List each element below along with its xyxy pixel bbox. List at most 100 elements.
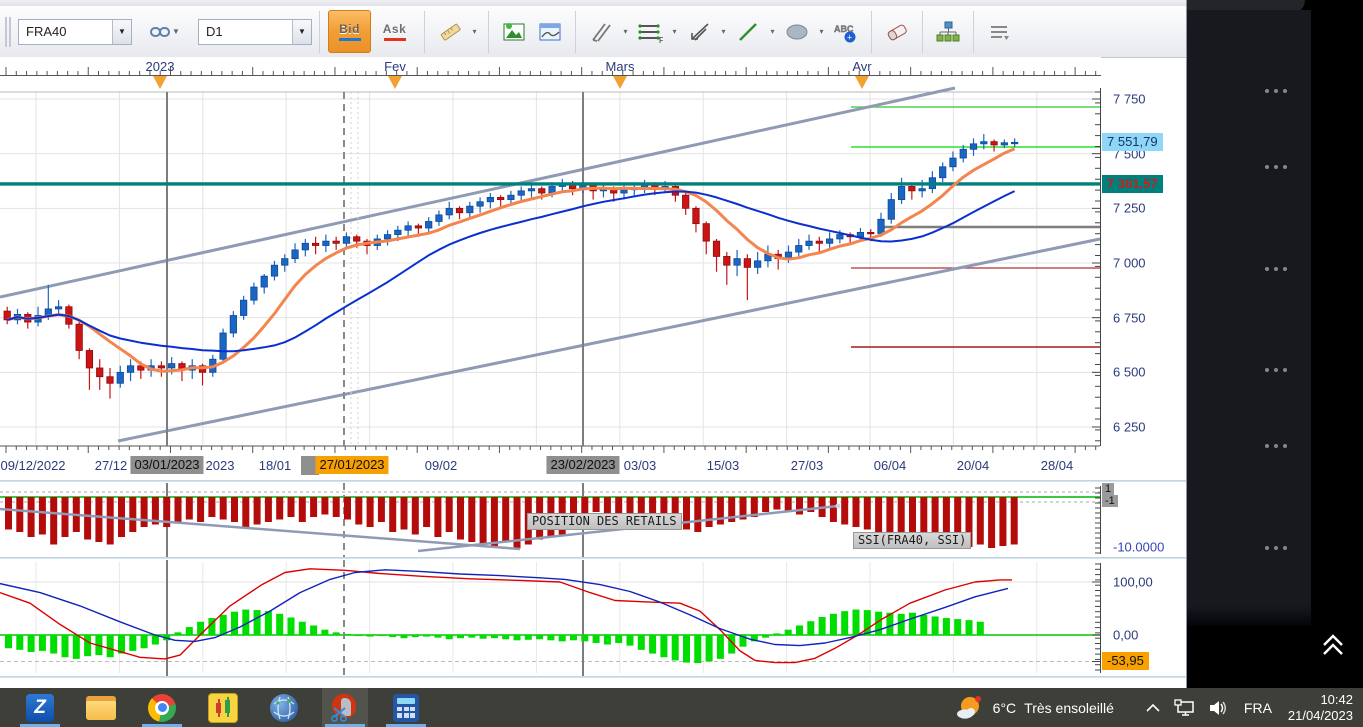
ellipse-icon bbox=[786, 24, 808, 39]
chevron-down-icon[interactable]: ▼ bbox=[170, 15, 183, 49]
timeframe-select[interactable]: D1 ▼ bbox=[198, 18, 312, 45]
arrow-trendlines-tool-dropdown[interactable]: ▾ bbox=[717, 15, 730, 49]
arrow-trendlines-tool-button[interactable] bbox=[682, 13, 716, 51]
symbol-select[interactable]: FRA40 ▼ bbox=[18, 18, 132, 45]
arrow-trendlines-icon bbox=[691, 22, 709, 41]
svg-text:+: + bbox=[847, 32, 852, 42]
insert-image-tool-button[interactable] bbox=[497, 13, 531, 51]
ellipse-tool-button[interactable] bbox=[780, 13, 814, 51]
taskbar-apps: Z bbox=[17, 688, 429, 727]
panel-separator[interactable] bbox=[0, 676, 1186, 678]
date-label: 09/02 bbox=[424, 458, 458, 473]
bid-button[interactable]: Bid bbox=[328, 10, 371, 53]
more-options-button[interactable] bbox=[1253, 262, 1299, 276]
object-list-icon bbox=[991, 25, 1009, 40]
more-options-button[interactable] bbox=[1253, 541, 1299, 555]
ssi-indicator-title[interactable]: SSI(FRA40, SSI) bbox=[853, 532, 972, 549]
taskbar-file-explorer-button[interactable] bbox=[78, 688, 124, 727]
price-axis-ruler bbox=[1092, 88, 1101, 446]
tray-expand-chevron[interactable] bbox=[1144, 701, 1162, 715]
date-axis-ruler bbox=[5, 446, 1097, 453]
dot bbox=[1283, 165, 1287, 169]
dot bbox=[1265, 368, 1269, 372]
price-axis-label: 6 500 bbox=[1113, 364, 1146, 380]
globe-app-icon bbox=[270, 693, 298, 722]
eraser-tool-button[interactable] bbox=[880, 13, 914, 51]
background-dark-panel bbox=[1187, 10, 1311, 614]
price-axis-label: 7 750 bbox=[1113, 91, 1146, 107]
fibonacci-levels-tool-dropdown[interactable]: ▾ bbox=[668, 15, 681, 49]
panel-separator[interactable] bbox=[0, 480, 1186, 482]
oscillator-indicator-panel[interactable] bbox=[0, 560, 1101, 676]
measure-ruler-tool-dropdown[interactable]: ▾ bbox=[468, 15, 481, 49]
volume-icon[interactable] bbox=[1208, 699, 1230, 717]
date-highlight-label: 27/01/2023 bbox=[315, 456, 389, 474]
fibonacci-levels-tool-button[interactable]: F bbox=[633, 13, 667, 51]
chevron-down-icon[interactable]: ▼ bbox=[292, 19, 311, 44]
workspace-layout-icon bbox=[936, 21, 960, 41]
text-annotation-icon: ABC+ bbox=[834, 23, 856, 42]
snip-app-icon bbox=[330, 693, 360, 723]
chevron-down-icon[interactable]: ▼ bbox=[112, 19, 131, 44]
workspace-layout-tool-button[interactable] bbox=[931, 13, 965, 51]
dot bbox=[1274, 368, 1278, 372]
weather-temp: 6°C bbox=[992, 699, 1017, 716]
price-axis-label: 6 250 bbox=[1113, 419, 1146, 435]
dot bbox=[1283, 546, 1287, 550]
osc-axis-100: 100,00 bbox=[1113, 574, 1153, 590]
dark-panel-fade bbox=[1187, 606, 1311, 626]
collapse-chevron-button[interactable] bbox=[1318, 630, 1348, 660]
taskbar-app-z-button[interactable]: Z bbox=[17, 688, 63, 727]
pitchfork-icon bbox=[592, 22, 611, 42]
osc-value-tag: -53,95 bbox=[1102, 652, 1149, 670]
text-annotation-tool-button[interactable]: ABC + bbox=[829, 13, 863, 51]
clock-date: 21/04/2023 bbox=[1287, 707, 1353, 723]
chart-window-icon bbox=[539, 23, 561, 40]
chart-gridlines bbox=[0, 91, 1100, 447]
clock[interactable]: 10:42 21/04/2023 bbox=[1288, 692, 1353, 724]
pitchfork-tool-dropdown[interactable]: ▾ bbox=[619, 15, 632, 49]
retail-position-annotation[interactable]: POSITION DES RETAILS bbox=[527, 513, 682, 530]
language-indicator[interactable]: FRA bbox=[1244, 700, 1272, 716]
taskbar-calculator-button[interactable] bbox=[383, 688, 429, 727]
month-marker-triangle bbox=[388, 76, 402, 89]
date-label: 03/03 bbox=[623, 458, 657, 473]
more-options-button[interactable] bbox=[1253, 160, 1299, 174]
oscillator-histogram bbox=[5, 609, 984, 664]
ask-label: Ask bbox=[382, 22, 407, 36]
taskbar-chrome-button[interactable] bbox=[139, 688, 185, 727]
date-label: 28/04 bbox=[1040, 458, 1074, 473]
taskbar-snip-app-button[interactable] bbox=[322, 688, 368, 727]
event-date-lines bbox=[166, 92, 584, 446]
date-label: 15/03 bbox=[706, 458, 740, 473]
network-icon[interactable] bbox=[1174, 698, 1196, 717]
file-explorer-icon bbox=[86, 695, 116, 720]
link-charts-button[interactable]: ▼ bbox=[143, 13, 189, 51]
measure-ruler-tool-button[interactable] bbox=[433, 13, 467, 51]
price-chart[interactable] bbox=[0, 80, 1101, 455]
more-options-button[interactable] bbox=[1253, 439, 1299, 453]
chart-window-tool-button[interactable] bbox=[533, 13, 567, 51]
more-options-button[interactable] bbox=[1253, 363, 1299, 377]
weather-desc: Très ensoleillé bbox=[1024, 699, 1114, 716]
more-options-button[interactable] bbox=[1253, 84, 1299, 98]
pitchfork-tool-button[interactable] bbox=[584, 13, 618, 51]
trendline-tool-button[interactable] bbox=[731, 13, 765, 51]
taskbar-globe-app-button[interactable] bbox=[261, 688, 307, 727]
trendline-icon bbox=[739, 22, 757, 41]
ellipse-tool-dropdown[interactable]: ▾ bbox=[815, 15, 828, 49]
osc-axis-0: 0,00 bbox=[1113, 627, 1139, 643]
app-z-icon: Z bbox=[26, 693, 54, 722]
trading-app-window: FRA40 ▼ ▼ D1 ▼ Bid Ask ▾ ▾ F ▾ ▾ ▾ ▾ ABC + 2023 F… bbox=[0, 0, 1187, 688]
desktop: { "toolbar": { "symbol_value": "FRA40", … bbox=[0, 0, 1363, 727]
ssi-axis-bottom: -10.0000 bbox=[1113, 539, 1165, 555]
object-list-tool-button[interactable] bbox=[982, 13, 1016, 51]
date-label: 27/12 bbox=[94, 458, 128, 473]
dot bbox=[1265, 165, 1269, 169]
toolbar-grip[interactable] bbox=[5, 16, 12, 47]
taskbar-weather[interactable]: 6°C Très ensoleillé bbox=[955, 688, 1114, 727]
panel-separator[interactable] bbox=[0, 557, 1186, 559]
trendline-tool-dropdown[interactable]: ▾ bbox=[766, 15, 779, 49]
taskbar-candlestick-app-button[interactable] bbox=[200, 688, 246, 727]
ask-button[interactable]: Ask bbox=[373, 10, 416, 53]
